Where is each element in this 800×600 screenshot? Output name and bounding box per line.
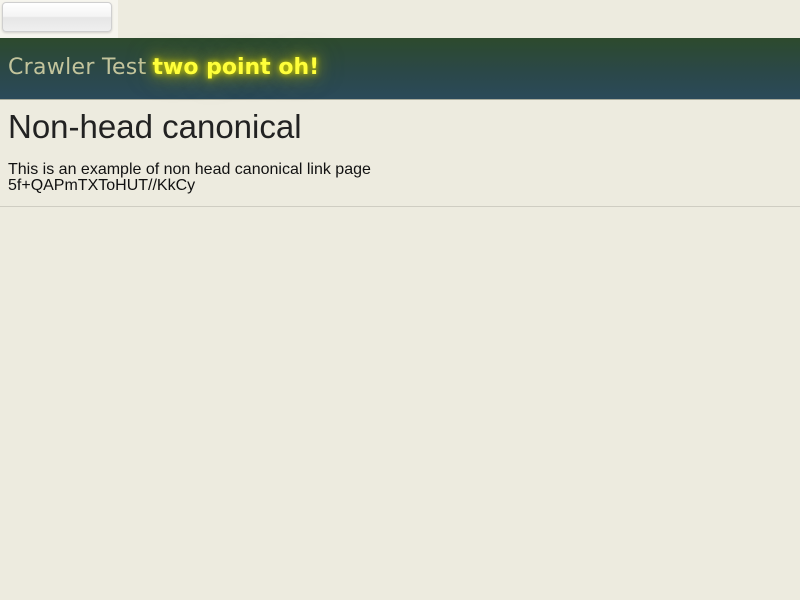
top-widget-area: [0, 0, 118, 38]
page-description: This is an example of non head canonical…: [8, 161, 371, 178]
site-banner: Crawler Test two point oh!: [0, 38, 800, 100]
top-button[interactable]: [2, 2, 112, 32]
page-title: Non-head canonical: [8, 108, 302, 145]
page-hash: 5f+QAPmTXToHUT//KkCy: [8, 177, 196, 194]
site-title-main: Crawler Test: [8, 55, 147, 80]
site-title-sub: two point oh!: [152, 55, 320, 80]
main-content: Non-head canonical This is an example of…: [0, 100, 800, 194]
top-strip: [0, 0, 800, 38]
site-title[interactable]: Crawler Test two point oh!: [8, 54, 319, 82]
divider: [0, 206, 800, 207]
